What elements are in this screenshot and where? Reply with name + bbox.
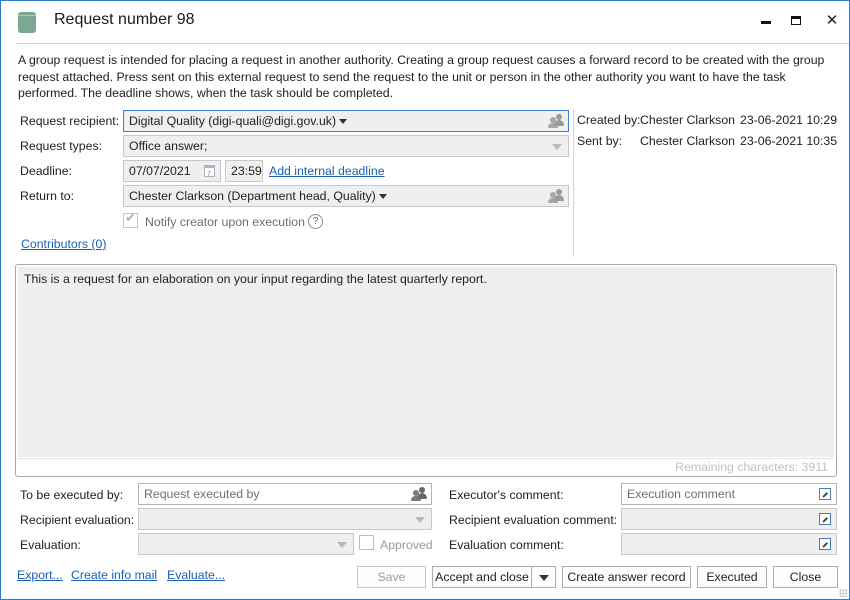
close-window-button[interactable]: ✕ — [819, 9, 845, 31]
request-types-value: Office answer; — [129, 139, 208, 153]
evaluation-comment-input[interactable] — [621, 533, 837, 555]
return-to-label: Return to: — [20, 189, 74, 203]
return-to-field[interactable]: Chester Clarkson (Department head, Quali… — [123, 185, 569, 207]
title-bar: Request number 98 ✕ — [1, 1, 849, 43]
expand-icon[interactable] — [819, 488, 831, 500]
sent-by-name: Chester Clarkson — [640, 134, 735, 148]
chevron-down-icon — [337, 542, 347, 548]
minimize-icon — [761, 20, 771, 24]
expand-icon[interactable] — [819, 513, 831, 525]
recipient-value: Digital Quality (digi-quali@digi.gov.uk) — [129, 114, 337, 128]
deadline-time-value: 23:59 — [231, 164, 262, 178]
add-internal-deadline-link[interactable]: Add internal deadline — [269, 164, 385, 178]
dropdown-arrow-icon[interactable] — [378, 194, 387, 200]
maximize-icon — [791, 15, 801, 25]
notify-creator-checkbox[interactable] — [123, 211, 138, 228]
executed-by-placeholder: Request executed by — [144, 487, 260, 501]
close-icon: ✕ — [825, 11, 839, 29]
recipient-evaluation-combo[interactable] — [138, 508, 432, 530]
chevron-down-icon — [552, 144, 562, 150]
recipient-evaluation-comment-label: Recipient evaluation comment: — [449, 513, 618, 527]
evaluation-comment-label: Evaluation comment: — [449, 538, 564, 552]
deadline-time-field[interactable]: 23:59 — [225, 160, 263, 182]
approved-label: Approved — [380, 538, 433, 552]
message-box: This is a request for an elaboration on … — [15, 264, 837, 477]
people-picker-icon[interactable] — [548, 189, 564, 203]
created-by-name: Chester Clarkson — [640, 113, 735, 127]
maximize-button[interactable] — [783, 9, 809, 31]
evaluate-link[interactable]: Evaluate... — [167, 568, 225, 582]
help-icon[interactable]: ? — [308, 214, 323, 229]
remaining-characters: Remaining characters: 3911 — [675, 460, 828, 474]
executor-comment-label: Executor's comment: — [449, 488, 564, 502]
recipient-label: Request recipient: — [20, 114, 120, 128]
vertical-divider — [573, 109, 574, 257]
close-button[interactable]: Close — [773, 566, 838, 588]
deadline-date-field[interactable]: 07/07/2021 — [123, 160, 221, 182]
executed-button[interactable]: Executed — [697, 566, 767, 588]
create-answer-record-button[interactable]: Create answer record — [562, 566, 691, 588]
sent-at: 23-06-2021 10:35 — [740, 134, 838, 148]
minimize-button[interactable] — [753, 9, 779, 31]
deadline-label: Deadline: — [20, 164, 72, 178]
dropdown-arrow-icon — [538, 574, 549, 581]
message-divider — [18, 458, 834, 459]
app-book-icon — [18, 12, 36, 33]
people-picker-icon[interactable] — [548, 114, 564, 128]
create-info-mail-link[interactable]: Create info mail — [71, 568, 157, 582]
approved-checkbox[interactable] — [359, 535, 374, 550]
sent-by-label: Sent by: — [577, 134, 623, 148]
accept-and-close-button[interactable]: Accept and close — [432, 566, 532, 588]
executor-comment-input[interactable]: Execution comment — [621, 483, 837, 505]
contributors-link[interactable]: Contributors (0) — [21, 237, 106, 251]
people-picker-icon[interactable] — [411, 487, 427, 501]
request-types-label: Request types: — [20, 139, 103, 153]
recipient-evaluation-label: Recipient evaluation: — [20, 513, 135, 527]
return-to-value: Chester Clarkson (Department head, Quali… — [129, 189, 376, 203]
accept-options-dropdown[interactable] — [531, 566, 556, 588]
export-link[interactable]: Export... — [17, 568, 63, 582]
calendar-icon[interactable] — [204, 165, 215, 181]
evaluation-label: Evaluation: — [20, 538, 81, 552]
request-dialog: Request number 98 ✕ A group request is i… — [0, 0, 850, 600]
request-types-combo[interactable]: Office answer; — [123, 135, 569, 157]
created-by-label: Created by: — [577, 113, 641, 127]
evaluation-combo[interactable] — [138, 533, 354, 555]
created-at: 23-06-2021 10:29 — [740, 113, 838, 127]
notify-creator-label: Notify creator upon execution — [145, 215, 305, 229]
description-text: A group request is intended for placing … — [18, 53, 825, 100]
dropdown-arrow-icon[interactable] — [339, 119, 348, 125]
chevron-down-icon — [415, 517, 425, 523]
executed-by-input[interactable]: Request executed by — [138, 483, 432, 505]
deadline-date-value: 07/07/2021 — [129, 164, 191, 178]
resize-grip[interactable] — [839, 589, 847, 597]
message-textarea[interactable]: This is a request for an elaboration on … — [18, 267, 834, 457]
executed-by-label: To be executed by: — [20, 488, 124, 502]
expand-icon[interactable] — [819, 538, 831, 550]
executor-comment-placeholder: Execution comment — [627, 487, 735, 501]
save-button[interactable]: Save — [357, 566, 426, 588]
recipient-field[interactable]: Digital Quality (digi-quali@digi.gov.uk) — [123, 110, 569, 132]
title-divider — [16, 43, 849, 44]
recipient-evaluation-comment-input[interactable] — [621, 508, 837, 530]
window-title: Request number 98 — [54, 11, 195, 28]
